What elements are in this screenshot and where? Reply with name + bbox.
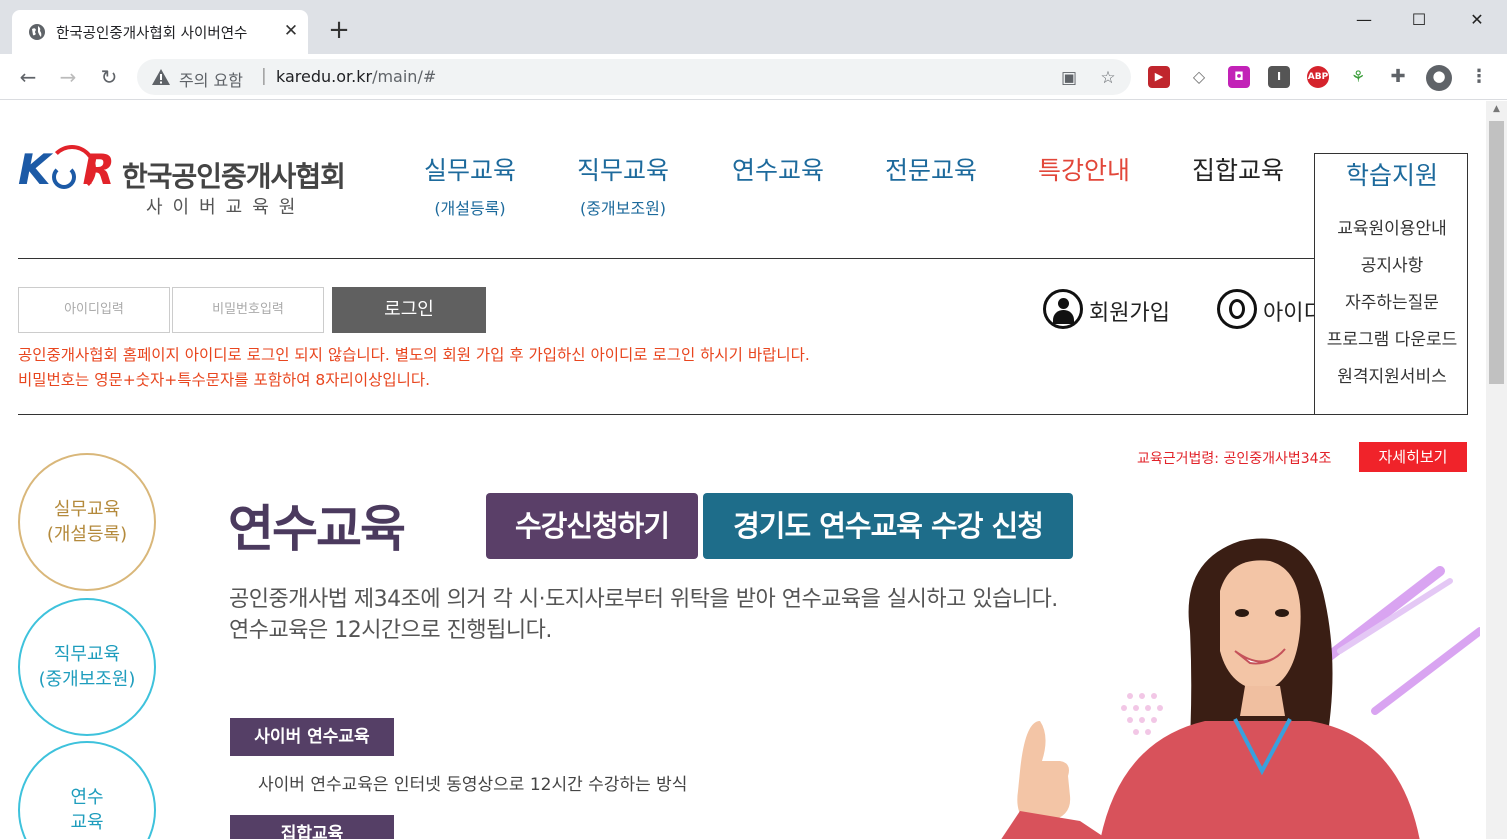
key-icon (1217, 289, 1257, 329)
login-note-2: 비밀번호는 영문+숫자+특수문자를 포함하여 8자리이상입니다. (18, 371, 431, 389)
side-practical-education[interactable]: 실무교육 (개설등록) (18, 453, 156, 591)
side-job-education[interactable]: 직무교육 (중개보조원) (18, 598, 156, 736)
side-menu-label: 직무교육 (중개보조원) (38, 644, 136, 690)
logo-name: 한국공인중개사협회 (122, 160, 346, 193)
tab-close-icon[interactable]: ✕ (280, 20, 302, 42)
login-button[interactable]: 로그인 (332, 287, 486, 333)
warning-icon (152, 69, 170, 85)
nav-job-education[interactable]: 직무교육 (중개보조원) (568, 151, 678, 219)
tab-title: 한국공인중개사협회 사이버연수 (56, 26, 248, 42)
page-scrollbar[interactable]: ▲ (1486, 101, 1507, 839)
logo-inner-arc-icon (52, 165, 76, 189)
register-course-button[interactable]: 수강신청하기 (486, 493, 698, 559)
scroll-up-icon[interactable]: ▲ (1486, 101, 1507, 118)
nav-special-lecture[interactable]: 특강안내 (1032, 151, 1136, 187)
extension-screen-icon[interactable]: ◘ (1228, 66, 1250, 88)
address-bar[interactable]: 주의 요함 | karedu.or.kr/main/# ▣ ☆ (137, 59, 1131, 95)
nav-label: 특강안내 (1037, 156, 1130, 185)
learning-support-dropdown: 학습지원 교육원이용안내 공지사항 자주하는질문 프로그램 다운로드 원격지원서… (1314, 153, 1468, 415)
dropdown-item-remote-support[interactable]: 원격지원서비스 (1315, 362, 1469, 387)
profile-icon[interactable]: ● (1426, 65, 1452, 91)
nav-practical-education[interactable]: 실무교육 (개설등록) (418, 151, 522, 219)
law-basis-text: 교육근거법령: 공인중개사법34조 (1137, 451, 1332, 467)
close-window-icon[interactable]: ✕ (1454, 6, 1500, 34)
site-logo[interactable]: KR 한국공인중개사협회 사이버교육원 (18, 143, 348, 218)
law-detail-button[interactable]: 자세히보기 (1359, 442, 1467, 472)
security-label: 주의 요함 (179, 71, 243, 90)
globe-icon (29, 24, 45, 40)
scroll-thumb[interactable] (1489, 121, 1504, 384)
nav-label: 연수교육 (731, 156, 824, 185)
side-menu-label: 실무교육 (개설등록) (46, 499, 128, 545)
extension-leaf-icon[interactable]: ⚘ (1347, 66, 1369, 88)
nav-label: 전문교육 (884, 156, 977, 185)
new-tab-icon[interactable]: + (325, 16, 353, 44)
popup-blocked-icon[interactable]: ▣ (1058, 67, 1080, 89)
browser-tabstrip: 한국공인중개사협회 사이버연수 ✕ + — ☐ ✕ (0, 0, 1507, 54)
minimize-icon[interactable]: — (1341, 6, 1387, 34)
maximize-icon[interactable]: ☐ (1396, 6, 1442, 34)
model-illustration (1001, 538, 1480, 839)
side-menu-label: 연수 교육 (70, 787, 104, 833)
login-divider (18, 414, 1314, 415)
dropdown-item-notice[interactable]: 공지사항 (1315, 251, 1469, 276)
nav-label: 직무교육 (576, 156, 669, 185)
description-line-2: 연수교육은 12시간으로 진행됩니다. (229, 618, 552, 643)
side-training-education[interactable]: 연수 교육 (18, 741, 156, 839)
url-divider: | (261, 66, 267, 86)
user-icon (1043, 289, 1083, 329)
extension-media-icon[interactable]: ▶ (1148, 66, 1170, 88)
find-id-link[interactable]: 아이디 (1217, 289, 1314, 329)
id-input[interactable]: 아이디입력 (18, 287, 170, 333)
description-line-1: 공인중개사법 제34조에 의거 각 시·도지사로부터 위탁을 받아 연수교육을 … (229, 587, 1058, 612)
extensions-puzzle-icon[interactable]: ✚ (1387, 66, 1409, 88)
nav-sublabel: (중개보조원) (579, 199, 667, 218)
dropdown-item-guide[interactable]: 교육원이용안내 (1315, 214, 1469, 239)
logo-subtitle: 사이버교육원 (146, 197, 306, 218)
dropdown-item-download[interactable]: 프로그램 다운로드 (1315, 325, 1469, 350)
browser-toolbar: ← → ↻ 주의 요함 | karedu.or.kr/main/# ▣ ☆ ▶ … (0, 54, 1507, 100)
decor-stripes (1305, 566, 1480, 715)
menu-dots-icon[interactable]: ⋮ (1468, 66, 1490, 88)
nav-label: 집합교육 (1191, 156, 1284, 185)
cyber-training-label: 사이버 연수교육 (230, 718, 394, 756)
password-input[interactable]: 비밀번호입력 (172, 287, 324, 333)
signup-label: 회원가입 (1089, 301, 1170, 326)
cyber-training-description: 사이버 연수교육은 인터넷 동영상으로 12시간 수강하는 방식 (258, 775, 688, 795)
nav-group-education[interactable]: 집합교육 (1186, 151, 1290, 187)
nav-label: 실무교육 (423, 156, 516, 185)
login-note-1: 공인중개사협회 홈페이지 아이디로 로그인 되지 않습니다. 별도의 회원 가입… (18, 346, 810, 364)
dropdown-item-faq[interactable]: 자주하는질문 (1315, 288, 1469, 313)
nav-learning-support[interactable]: 학습지원 (1315, 156, 1469, 192)
header-divider (18, 258, 1314, 259)
nav-professional-education[interactable]: 전문교육 (879, 151, 983, 187)
page-viewport: KR 한국공인중개사협회 사이버교육원 실무교육 (개설등록) 직무교육 (중개… (0, 101, 1507, 839)
forward-icon[interactable]: → (53, 62, 83, 92)
browser-tab[interactable]: 한국공인중개사협회 사이버연수 ✕ (12, 10, 308, 54)
group-training-label: 집합교육 (230, 815, 394, 839)
page-title: 연수교육 (228, 500, 406, 558)
reload-icon[interactable]: ↻ (94, 62, 124, 92)
back-icon[interactable]: ← (13, 62, 43, 92)
extension-info-icon[interactable]: I (1268, 66, 1290, 88)
signup-link[interactable]: 회원가입 (1043, 289, 1183, 329)
decor-dots (1121, 693, 1163, 735)
url-text: karedu.or.kr/main/# (276, 67, 436, 86)
bookmark-star-icon[interactable]: ☆ (1097, 67, 1119, 89)
url-domain: karedu.or.kr (276, 67, 373, 86)
nav-training-education[interactable]: 연수교육 (726, 151, 830, 187)
url-path: /main/# (372, 67, 437, 86)
extension-tag-icon[interactable]: ◇ (1188, 66, 1210, 88)
adblock-icon[interactable]: ABP (1307, 66, 1329, 88)
find-id-label: 아이디 (1263, 301, 1314, 326)
nav-sublabel: (개설등록) (434, 199, 506, 218)
logo-mark-k: K (18, 145, 51, 194)
